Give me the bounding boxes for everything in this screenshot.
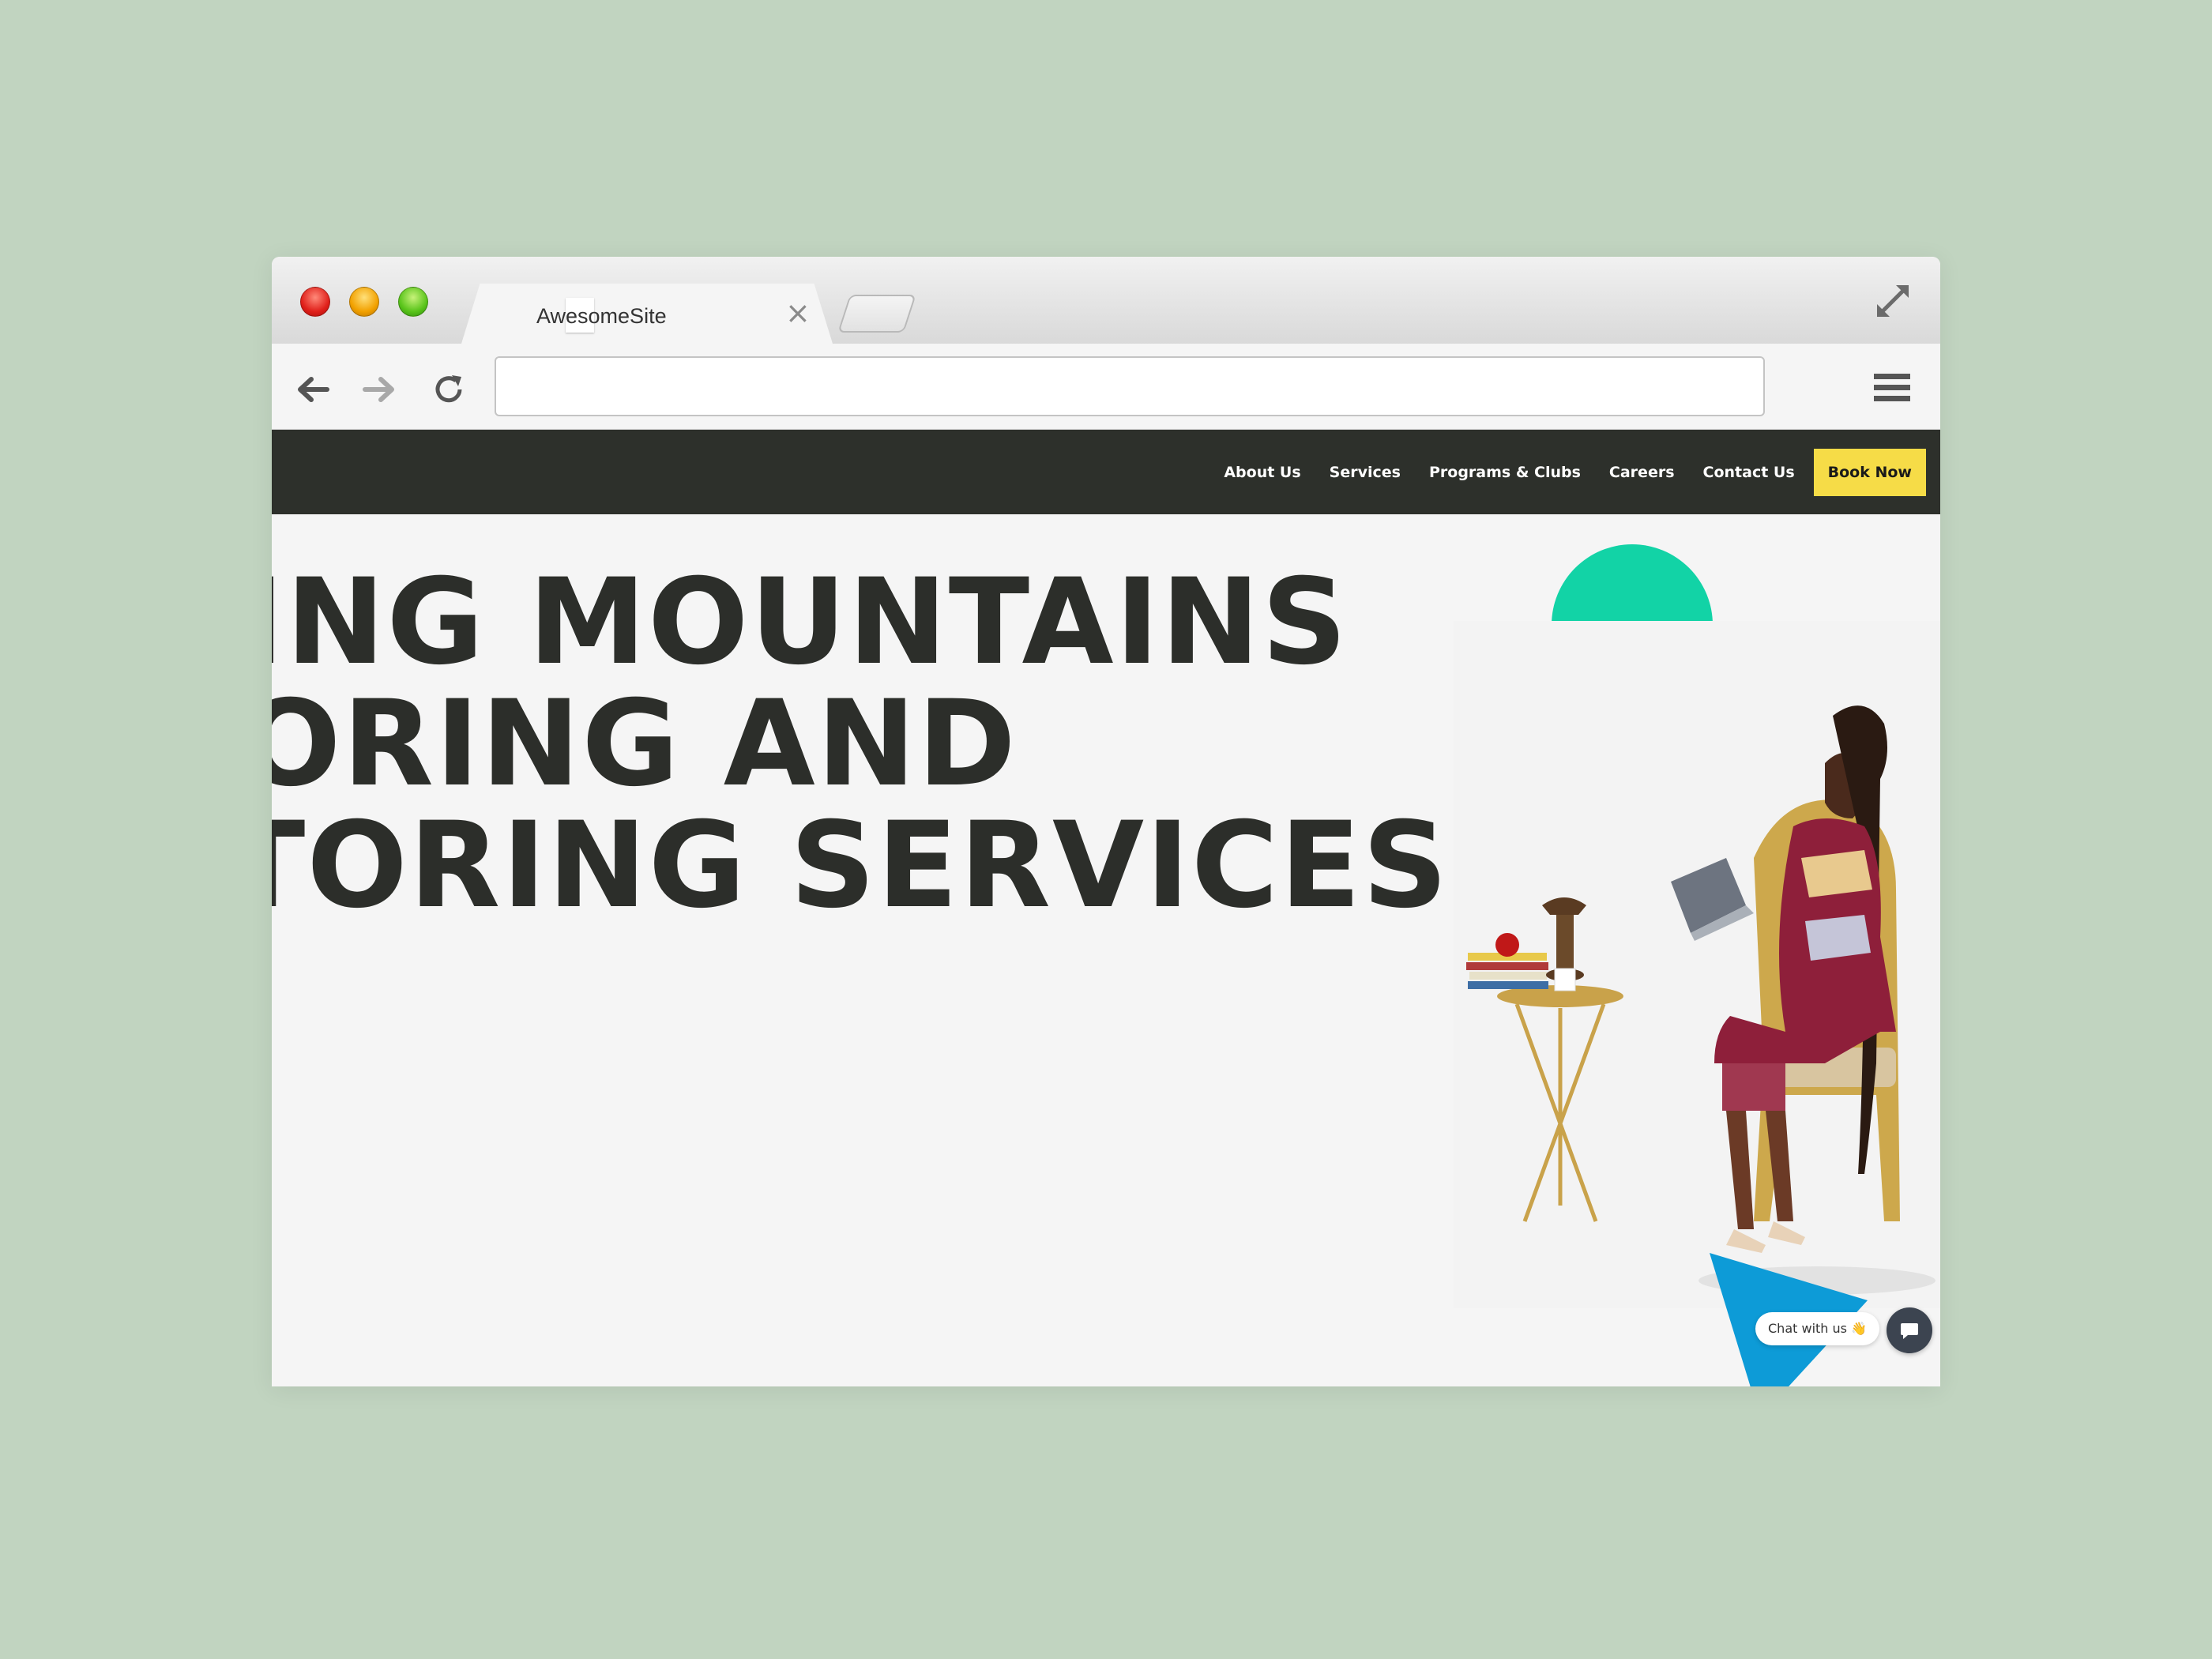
nav-careers[interactable]: Careers (1609, 464, 1675, 481)
hero-headline-line-1: ING MOUNTAINS (272, 554, 1349, 691)
tab-close-icon[interactable]: × (785, 298, 811, 328)
book-now-button[interactable]: Book Now (1813, 449, 1926, 496)
address-bar[interactable] (495, 356, 1765, 416)
hero-photo-woman-seated (1454, 621, 1940, 1308)
reload-icon[interactable] (430, 371, 468, 408)
menu-icon[interactable] (1872, 371, 1912, 405)
fullscreen-icon[interactable] (1872, 280, 1913, 322)
back-arrow-icon[interactable] (294, 371, 332, 408)
nav-links: About Us Services Programs & Clubs Caree… (1195, 449, 1926, 496)
chat-invite-label[interactable]: Chat with us 👋 (1755, 1312, 1879, 1345)
hero-headline-line-3: TORING SERVICES (272, 797, 1450, 935)
tab-bar: AwesomeSite × (272, 257, 1940, 344)
nav-contact-us[interactable]: Contact Us (1703, 464, 1795, 481)
nav-services[interactable]: Services (1330, 464, 1401, 481)
hero-section: ING MOUNTAINS ORING AND TORING SERVICES (272, 514, 1940, 1386)
close-window-button[interactable] (300, 287, 330, 317)
minimize-window-button[interactable] (349, 287, 379, 317)
site-navigation: About Us Services Programs & Clubs Caree… (272, 430, 1940, 514)
chat-bubble-icon (1901, 1323, 1918, 1339)
browser-toolbar (272, 344, 1940, 430)
forward-arrow-icon[interactable] (360, 371, 398, 408)
nav-about-us[interactable]: About Us (1224, 464, 1300, 481)
nav-programs-clubs[interactable]: Programs & Clubs (1429, 464, 1581, 481)
new-tab-button[interactable] (837, 295, 916, 333)
zoom-window-button[interactable] (398, 287, 428, 317)
browser-window: AwesomeSite × About Us Services Programs… (272, 257, 1940, 1386)
chat-launcher-button[interactable] (1887, 1307, 1932, 1353)
hero-headline-line-2: ORING AND (272, 675, 1018, 813)
tab-title: AwesomeSite (536, 304, 667, 328)
